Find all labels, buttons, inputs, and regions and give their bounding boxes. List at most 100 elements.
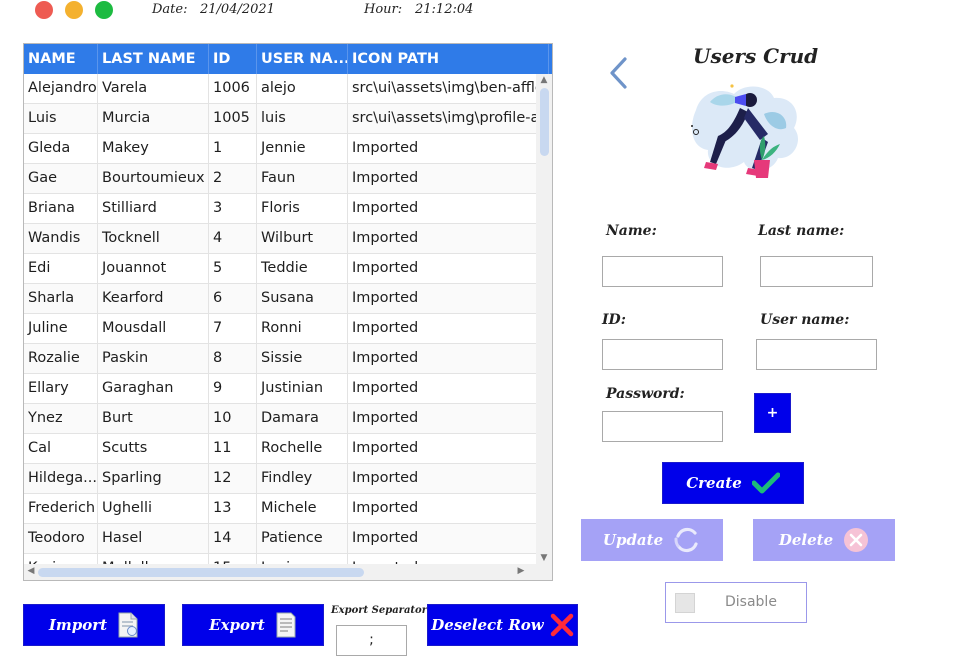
user-name-cell: Teddie [257,254,348,283]
name-cell: Ynez [24,404,98,433]
user-name-field[interactable] [756,339,877,370]
table-row[interactable]: Ellary Garaghan 9 Justinian Imported [24,374,536,404]
name-cell: Kari [24,554,98,564]
last-name-cell: Paskin [98,344,209,373]
id-cell: 2 [209,164,257,193]
table-row[interactable]: Frederich Ughelli 13 Michele Imported [24,494,536,524]
scroll-right-arrow-icon[interactable]: ▶ [514,566,528,576]
export-separator-input[interactable]: ; [336,625,407,656]
icon-path-cell: src\ui\assets\img\profile-ad [352,110,536,126]
name-field[interactable] [602,256,723,287]
table-row[interactable]: Wandis Tocknell 4 Wilburt Imported [24,224,536,254]
table-row[interactable]: Edi Jouannot 5 Teddie Imported [24,254,536,284]
delete-button[interactable]: Delete [753,519,895,561]
password-field[interactable] [602,411,723,442]
name-label: Name: [606,223,657,239]
id-cell: 14 [209,524,257,553]
add-icon-button[interactable]: + [754,393,791,433]
user-name-label: User name: [760,312,850,328]
user-illustration [691,84,799,178]
table-row[interactable]: Teodoro Hasel 14 Patience Imported [24,524,536,554]
table-row[interactable]: Luis Murcia 1005 luis src\ui\assets\img\prof… [24,104,536,134]
last-name-cell: Hasel [98,524,209,553]
icon-path-cell: Imported [352,200,419,216]
table-row[interactable]: Hildega... Sparling 12 Findley Imported [24,464,536,494]
vertical-scrollbar[interactable]: ▲ ▼ [536,74,552,564]
horizontal-scroll-thumb[interactable] [38,568,364,577]
icon-path-cell: Imported [352,440,419,456]
scroll-down-arrow-icon[interactable]: ▼ [537,553,551,563]
id-cell: 7 [209,314,257,343]
create-label: Create [686,474,742,492]
export-document-icon [276,612,296,638]
table-row[interactable]: Briana Stilliard 3 Floris Imported [24,194,536,224]
scroll-up-arrow-icon[interactable]: ▲ [537,75,551,85]
id-cell: 5 [209,254,257,283]
table-row[interactable]: Sharla Kearford 6 Susana Imported [24,284,536,314]
create-button[interactable]: Create [662,462,804,504]
column-header-name[interactable]: NAME [24,44,98,74]
column-header-icon-path[interactable]: ICON PATH [348,44,549,74]
user-name-cell: Patience [257,524,348,553]
id-field[interactable] [602,339,723,370]
name-cell: Luis [24,104,98,133]
deselect-row-button[interactable]: Deselect Row [427,604,578,646]
table-row[interactable]: Cal Scutts 11 Rochelle Imported [24,434,536,464]
icon-path-cell: Imported [352,290,419,306]
icon-path-cell: src\ui\assets\img\ben-afflec [352,80,536,96]
name-cell: Sharla [24,284,98,313]
disable-toggle[interactable]: Disable [665,582,807,623]
close-window-button[interactable] [35,1,53,19]
id-label: ID: [602,312,626,328]
table-row[interactable]: Juline Mousdall 7 Ronni Imported [24,314,536,344]
update-button[interactable]: Update [581,519,723,561]
last-name-cell: Kearford [98,284,209,313]
users-table[interactable]: NAME LAST NAME ID USER NA... ICON PATH A… [23,43,553,581]
last-name-cell: Mullally [98,554,209,564]
id-cell: 1 [209,134,257,163]
user-name-cell: Justinian [257,374,348,403]
user-name-cell: Lexis [257,554,348,564]
scroll-left-arrow-icon[interactable]: ◀ [24,566,38,576]
icon-path-cell: Imported [352,350,419,366]
table-row[interactable]: KariMullally15LexisImported [24,554,536,564]
back-arrow-icon[interactable] [606,56,630,90]
table-row[interactable]: Ynez Burt 10 Damara Imported [24,404,536,434]
id-cell: 15 [209,554,257,564]
user-name-cell: Susana [257,284,348,313]
name-cell: Teodoro [24,524,98,553]
checkmark-icon [751,472,780,494]
maximize-window-button[interactable] [95,1,113,19]
column-header-last-name[interactable]: LAST NAME [98,44,209,74]
close-x-icon [550,613,573,637]
delete-circle-x-icon [844,528,869,552]
icon-path-cell: Imported [352,170,419,186]
table-row[interactable]: Gae Bourtoumieux 2 Faun Imported [24,164,536,194]
icon-path-cell: Imported [352,410,419,426]
user-name-cell: Sissie [257,344,348,373]
date-label: Date: [152,2,188,17]
table-row[interactable]: Rozalie Paskin 8 Sissie Imported [24,344,536,374]
table-row[interactable]: Alejandro Varela 1006 alejo src\ui\assets\im… [24,74,536,104]
name-cell: Briana [24,194,98,223]
name-cell: Juline [24,314,98,343]
column-header-user-name[interactable]: USER NA... [257,44,348,74]
import-button[interactable]: Import [23,604,165,646]
last-name-field[interactable] [760,256,873,287]
column-header-id[interactable]: ID [209,44,257,74]
minimize-window-button[interactable] [65,1,83,19]
id-cell: 12 [209,464,257,493]
password-label: Password: [606,386,685,402]
icon-path-cell: Imported [352,500,419,516]
table-row[interactable]: Gleda Makey 1 Jennie Imported [24,134,536,164]
last-name-cell: Murcia [98,104,209,133]
user-name-cell: Floris [257,194,348,223]
icon-path-cell: Imported [352,230,419,246]
horizontal-scrollbar[interactable]: ◀ ▶ [24,564,552,580]
user-name-cell: Findley [257,464,348,493]
user-name-cell: Rochelle [257,434,348,463]
hour-label: Hour: [364,2,403,17]
vertical-scroll-thumb[interactable] [540,88,549,156]
export-button[interactable]: Export [182,604,324,646]
disable-checkbox[interactable] [675,593,695,613]
